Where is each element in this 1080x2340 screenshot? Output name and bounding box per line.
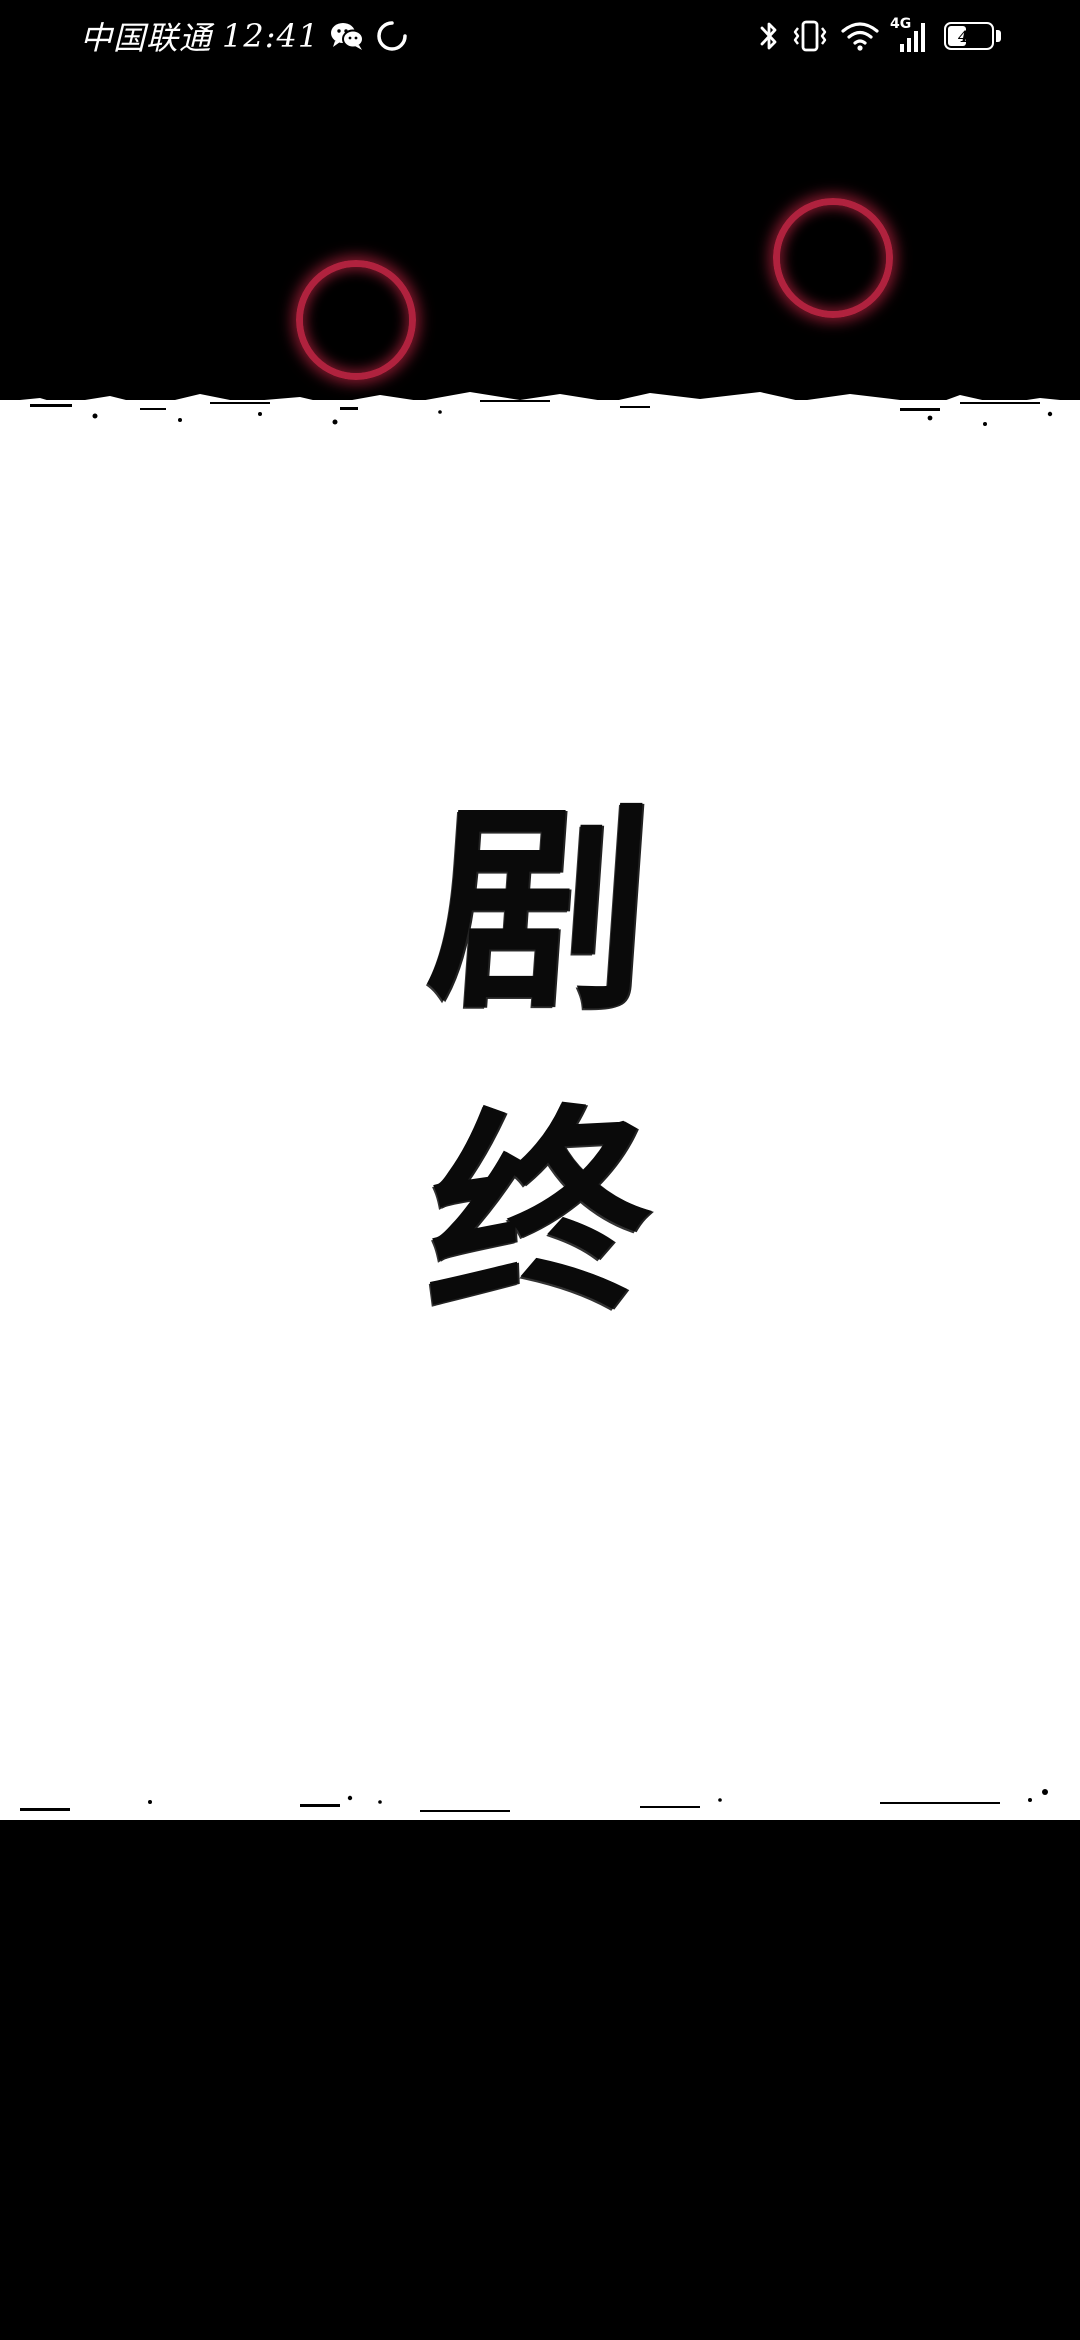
clock-time: 12:41 <box>222 17 320 55</box>
wifi-icon <box>840 20 880 52</box>
brush-edge-top <box>0 392 1080 440</box>
wechat-icon <box>329 21 365 51</box>
battery-cap <box>996 30 1001 42</box>
red-ring-left <box>296 260 416 380</box>
carrier-name: 中国联通 <box>80 19 213 57</box>
status-bar: 中国联通 12:41 4G 43 <box>0 0 1080 72</box>
ending-title-char-1: 剧 <box>420 780 660 1039</box>
status-bar-left: 中国联通 12:41 <box>80 14 409 58</box>
ending-title-char-2: 终 <box>422 1078 658 1349</box>
battery-level: 43 <box>957 26 981 46</box>
game-screen[interactable]: 中国联通 12:41 4G 43 剧 终 <box>0 0 1080 2340</box>
red-ring-right <box>773 198 893 318</box>
brush-edge-bottom <box>0 1780 1080 1819</box>
status-bar-right: 4G 43 <box>758 14 1002 58</box>
sync-circle-icon <box>375 19 409 53</box>
ending-title: 剧 终 <box>390 780 690 1400</box>
battery-body: 43 <box>944 22 994 50</box>
vibrate-icon <box>792 19 828 53</box>
battery-icon: 43 <box>944 21 1002 51</box>
bluetooth-icon <box>758 19 780 53</box>
cellular-signal-icon: 4G <box>890 16 932 54</box>
